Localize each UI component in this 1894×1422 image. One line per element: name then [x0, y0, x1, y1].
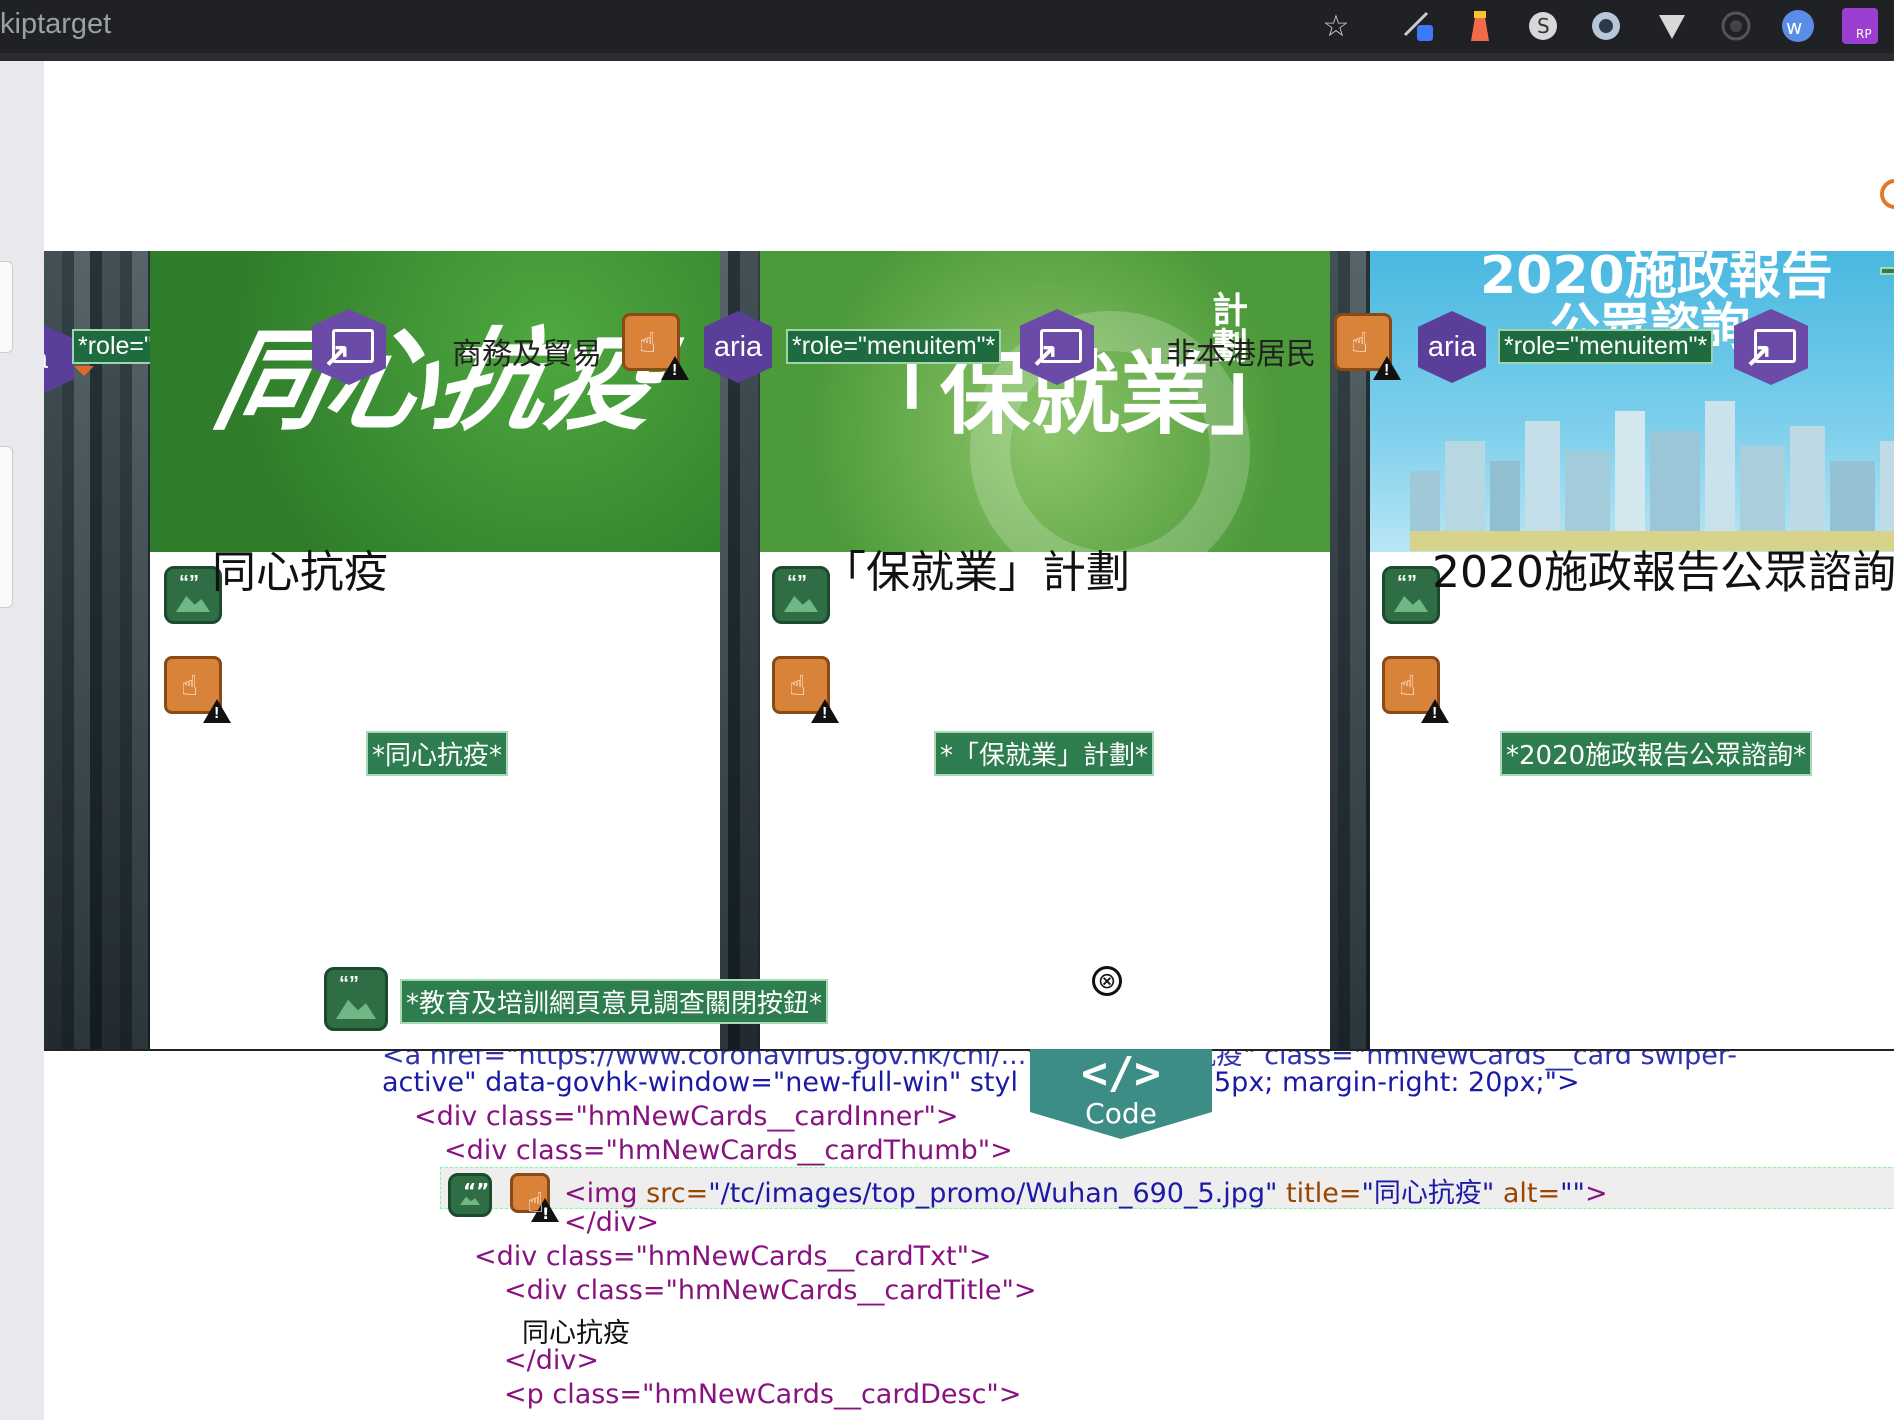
code-line: <div class="hmNewCards__cardInner"> — [414, 1101, 959, 1132]
side-panel-tab[interactable] — [0, 261, 13, 353]
code-line: </div> — [504, 1345, 599, 1376]
record-icon[interactable] — [1718, 8, 1754, 44]
card-thumbnail[interactable]: 2020施政報告 公眾諮詢 — [1370, 251, 1894, 552]
code-line: <div class="hmNewCards__cardThumb"> — [444, 1135, 1013, 1166]
warning-icon — [531, 1198, 559, 1223]
alt-text-badge: *同心抗疫* — [366, 731, 509, 776]
code-line-img: <img src="/tc/images/top_promo/Wuhan_690… — [564, 1178, 1608, 1209]
card-thumbnail[interactable]: 「保就業」 計劃 — [760, 251, 1330, 552]
svg-text:S: S — [1537, 14, 1550, 38]
close-button-alt-badge: *教育及培訓網頁意見調查關閉按鈕* — [400, 979, 829, 1024]
role-menuitem-badge: *role="menuitem"* — [1498, 329, 1714, 364]
alt-text-badge-partial — [1880, 267, 1894, 275]
skyline-illustration — [1410, 401, 1894, 551]
card-title[interactable]: 2020施政報告公眾諮詢 — [1432, 541, 1894, 605]
alt-text-badge: *「保就業」計劃* — [934, 731, 1155, 776]
touch-target-icon — [772, 656, 839, 723]
touch-target-icon — [622, 313, 689, 380]
menu-item-text[interactable]: 非本港居民 — [1166, 329, 1316, 373]
menu-item-text[interactable]: 商務及貿易 — [452, 329, 602, 373]
web-page: a *role="menuitem"* 同心抗疫 *同心抗疫* 同心抗疫 「保就… — [44, 61, 1894, 1049]
role-menuitem-badge: *role="menuitem"* — [786, 329, 1002, 364]
circle-extension-icon[interactable] — [1588, 8, 1624, 44]
code-inspector-panel: <a href="https://www.coronavirus.gov.hk/… — [44, 1049, 1894, 1422]
code-line: active" data-govhk-window="new-full-win"… — [382, 1067, 1018, 1098]
side-panel-gutter — [0, 61, 45, 1420]
partial-badge-icon — [1880, 179, 1894, 209]
warning-icon — [1373, 356, 1401, 380]
image-icon — [324, 967, 388, 1031]
code-icon: </> — [1081, 1048, 1161, 1099]
code-line: 5px; margin-right: 20px;"> — [1214, 1067, 1580, 1098]
vimium-icon[interactable] — [1654, 8, 1690, 44]
warning-icon — [1421, 699, 1449, 723]
lighthouse-icon[interactable] — [1462, 8, 1498, 44]
code-line: <div class="hmNewCards__cardTitle"> — [504, 1275, 1037, 1306]
card-title[interactable]: 「保就業」計劃 — [822, 541, 1292, 605]
skype-icon[interactable]: S — [1525, 8, 1561, 44]
code-line: </div> — [564, 1207, 659, 1238]
wappalyzer-icon[interactable]: w — [1780, 8, 1816, 44]
alt-text-badge: *2020施政報告公眾諮詢* — [1500, 731, 1813, 776]
rp-extension-icon[interactable]: RP — [1842, 8, 1878, 44]
touch-target-icon — [510, 1173, 559, 1223]
address-bar-text[interactable]: kiptarget — [0, 8, 111, 41]
touch-target-icon — [1382, 656, 1449, 723]
svg-text:RP: RP — [1856, 27, 1872, 41]
warning-icon — [811, 699, 839, 723]
warning-icon — [661, 356, 689, 380]
card-title[interactable]: 同心抗疫 — [212, 541, 682, 605]
touch-target-icon — [1334, 313, 1401, 380]
code-line: <div class="hmNewCards__cardTxt"> — [474, 1241, 992, 1272]
code-line: <p class="hmNewCards__cardDesc"> — [504, 1379, 1022, 1410]
svg-text:w: w — [1786, 15, 1802, 39]
warning-icon — [203, 699, 231, 723]
card-thumbnail[interactable]: 同心抗疫 — [150, 251, 720, 552]
pen-extension-icon[interactable] — [1400, 8, 1436, 44]
image-icon — [448, 1173, 492, 1217]
promo-image-text: 同心抗疫 — [204, 317, 672, 445]
touch-target-icon — [164, 656, 231, 723]
browser-toolbar: kiptarget ☆ S w RP — [0, 0, 1894, 61]
side-panel-tab[interactable] — [0, 446, 13, 608]
dropdown-caret-icon — [74, 366, 94, 376]
bookmark-star-icon[interactable]: ☆ — [1318, 8, 1354, 44]
close-icon[interactable]: ⊗ — [1092, 966, 1122, 996]
